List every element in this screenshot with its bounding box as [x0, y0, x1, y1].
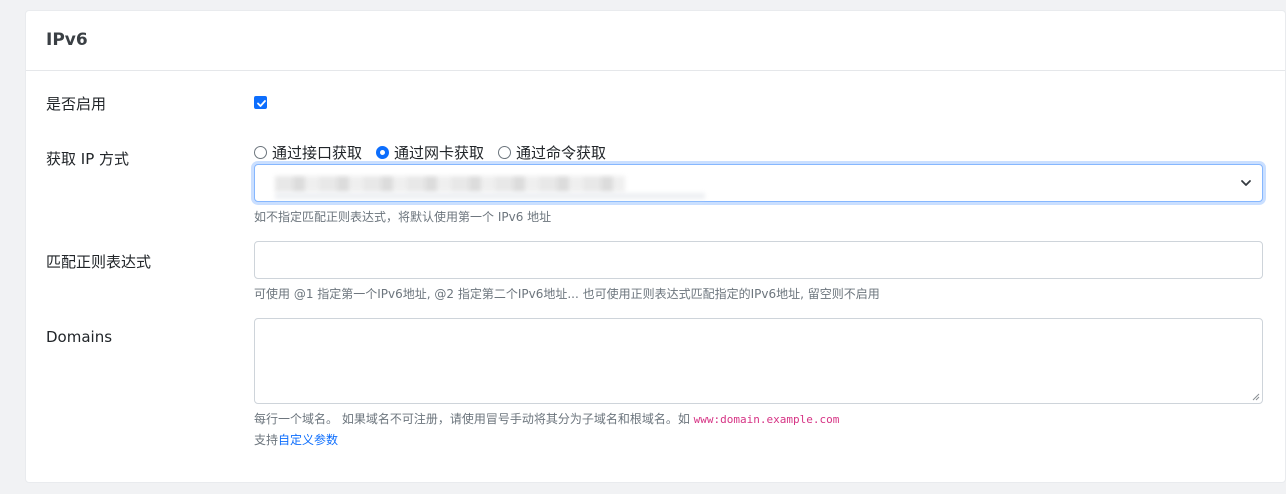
redacted-value-shadow: [275, 193, 705, 199]
card-header: IPv6: [26, 11, 1285, 71]
domain-example: www:domain.example.com: [693, 413, 840, 426]
regex-help: 可使用 @1 指定第一个IPv6地址, @2 指定第二个IPv6地址... 也可…: [254, 287, 880, 301]
radio-option-command[interactable]: 通过命令获取: [498, 142, 606, 163]
enable-checkbox[interactable]: [254, 96, 267, 109]
check-icon: [257, 100, 266, 107]
support-line: 支持自定义参数: [254, 431, 338, 448]
get-ip-label: 获取 IP 方式: [46, 150, 130, 168]
resize-handle-icon[interactable]: [1252, 393, 1260, 401]
chevron-down-icon: [1241, 180, 1251, 186]
domains-label: Domains: [46, 328, 113, 346]
regex-input[interactable]: [254, 241, 1263, 279]
domains-help: 每行一个域名。 如果域名不可注册，请使用冒号手动将其分为子域名和根域名。如 ww…: [254, 410, 839, 427]
domains-help-text: 每行一个域名。 如果域名不可注册，请使用冒号手动将其分为子域名和根域名。如: [254, 412, 694, 426]
nic-select[interactable]: [254, 164, 1263, 202]
ipv6-card: IPv6 是否启用 获取 IP 方式 通过接口获取 通过网卡获取 通过命令获取 …: [25, 10, 1286, 483]
radio-option-nic[interactable]: 通过网卡获取: [376, 142, 484, 163]
regex-label: 匹配正则表达式: [46, 253, 152, 271]
support-prefix: 支持: [254, 433, 279, 447]
radio-button[interactable]: [254, 145, 267, 159]
get-ip-help: 如不指定匹配正则表达式，将默认使用第一个 IPv6 地址: [254, 210, 552, 224]
enable-label: 是否启用: [46, 95, 107, 113]
radio-label: 通过接口获取: [272, 143, 363, 162]
radio-button[interactable]: [376, 145, 390, 159]
radio-option-api[interactable]: 通过接口获取: [254, 142, 362, 163]
radio-label: 通过命令获取: [516, 143, 607, 162]
radio-button[interactable]: [498, 145, 512, 159]
radio-label: 通过网卡获取: [394, 143, 485, 162]
get-ip-radio-group: 通过接口获取 通过网卡获取 通过命令获取: [254, 142, 620, 163]
redacted-value: [275, 176, 625, 192]
card-title: IPv6: [46, 30, 88, 50]
custom-params-link[interactable]: 自定义参数: [278, 433, 338, 447]
domains-textarea[interactable]: [254, 318, 1263, 404]
